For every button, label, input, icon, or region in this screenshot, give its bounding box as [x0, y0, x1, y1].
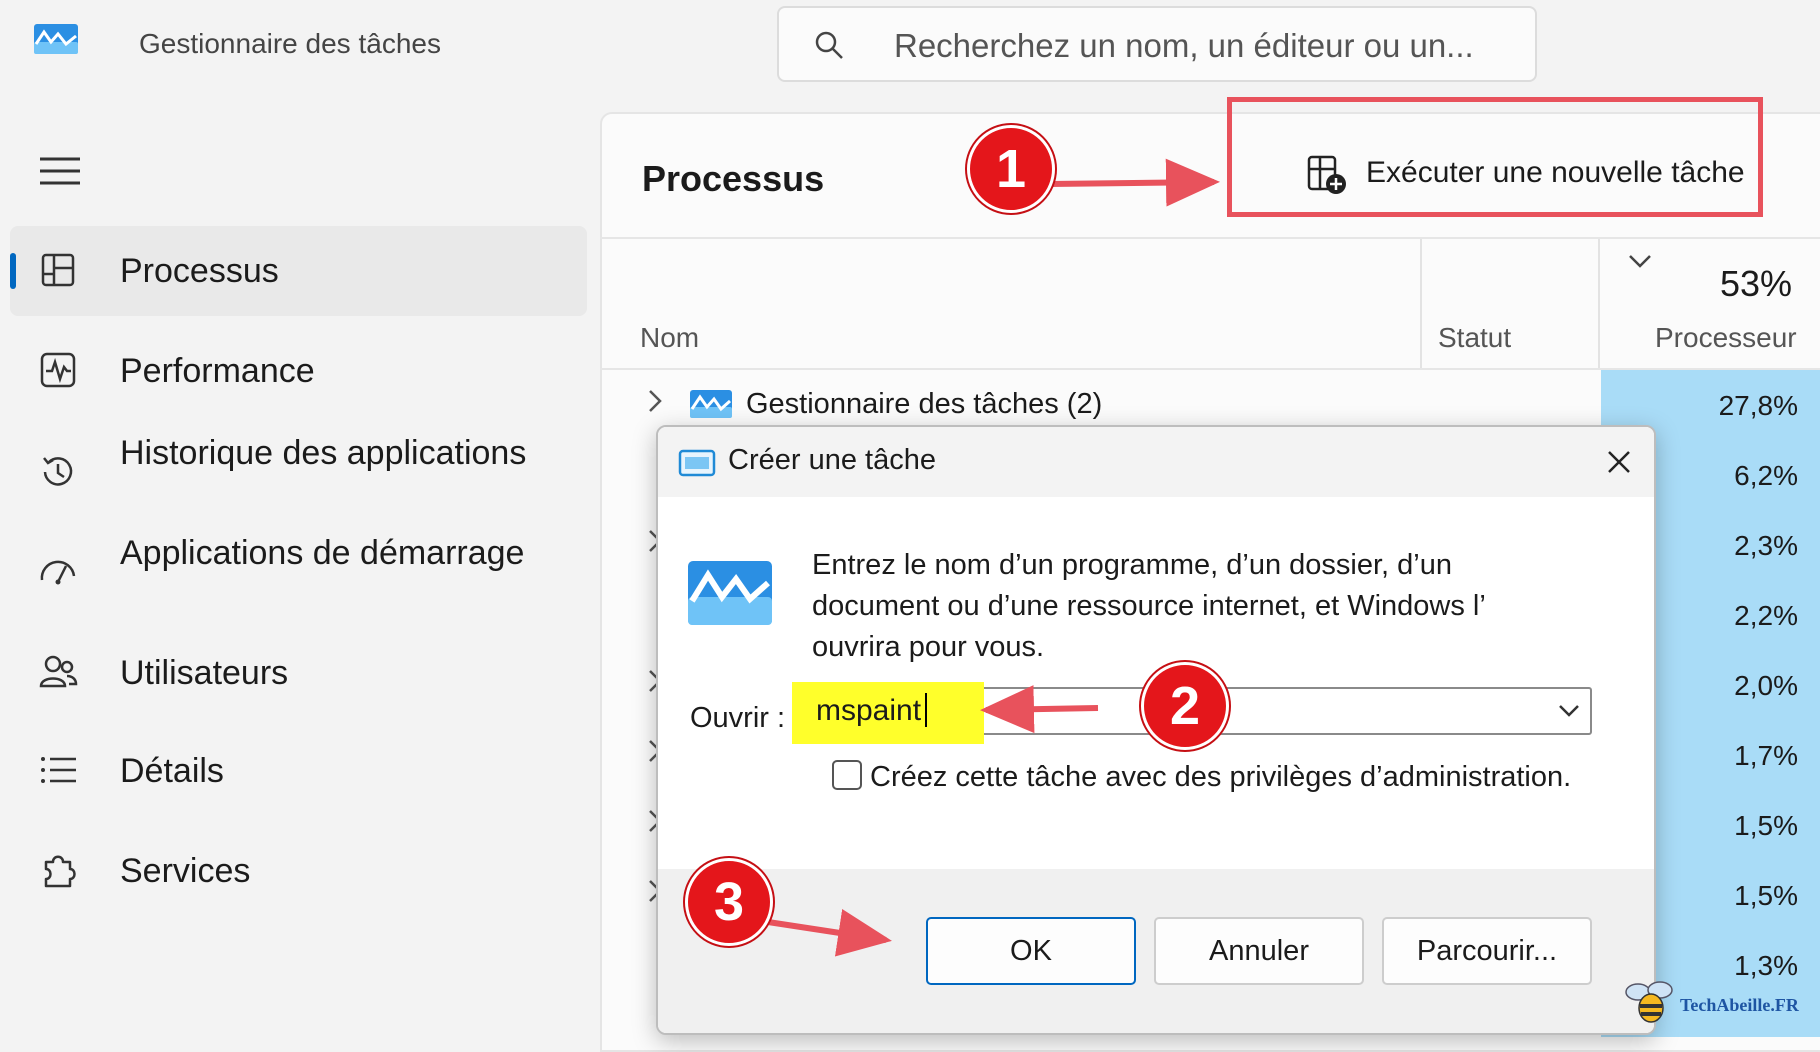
page-title: Processus — [642, 158, 825, 199]
sidebar-item-demarrage[interactable]: Applications de démarrage — [10, 526, 587, 624]
dialog-title: Créer une tâche — [728, 444, 936, 476]
admin-privileges-checkbox[interactable] — [832, 760, 862, 790]
cancel-button[interactable]: Annuler — [1154, 917, 1364, 985]
text-caret — [925, 693, 927, 727]
sidebar-item-utilisateurs[interactable]: Utilisateurs — [10, 632, 587, 716]
sidebar-item-performance[interactable]: Performance — [10, 330, 587, 412]
cpu-cell: 2,0% — [1734, 670, 1798, 701]
run-window-icon — [678, 449, 716, 477]
column-header-name[interactable]: Nom — [640, 322, 699, 354]
sidebar-item-processus[interactable]: Processus — [10, 226, 587, 316]
cpu-cell: 1,3% — [1734, 950, 1798, 981]
sidebar-item-label: Performance — [120, 352, 315, 390]
startup-speedometer-icon — [40, 560, 76, 585]
cpu-total-usage: 53% — [1720, 263, 1793, 304]
history-clock-icon — [43, 457, 73, 486]
cpu-cell: 6,2% — [1734, 460, 1798, 491]
cpu-cell: 2,3% — [1734, 530, 1798, 561]
processes-grid-icon — [41, 253, 75, 287]
sidebar-item-label: Historique des applications — [120, 434, 527, 472]
bee-logo-icon — [1625, 981, 1673, 1023]
dialog-message: Entrez le nom d’un programme, d’un dossi… — [812, 549, 1485, 663]
task-manager-logo-icon — [34, 24, 78, 54]
task-manager-logo-icon — [688, 561, 772, 625]
expand-chevron-icon[interactable] — [645, 386, 665, 416]
hamburger-menu-icon[interactable] — [40, 155, 80, 187]
sidebar-item-historique[interactable]: Historique des applications — [10, 426, 587, 522]
ok-button[interactable]: OK — [926, 917, 1136, 985]
cpu-cell: 1,7% — [1734, 740, 1798, 771]
step-2-badge: 2 — [1141, 662, 1229, 750]
column-divider — [1420, 239, 1422, 369]
cpu-cell: 2,2% — [1734, 600, 1798, 631]
details-list-icon — [41, 757, 76, 783]
chevron-down-icon[interactable] — [1558, 703, 1580, 719]
sidebar-item-details[interactable]: Détails — [10, 730, 587, 814]
header-divider — [600, 237, 1820, 239]
sidebar-item-label: Services — [120, 852, 251, 890]
open-label: Ouvrir : — [690, 702, 786, 734]
sidebar-item-label: Processus — [120, 252, 279, 290]
users-icon — [39, 655, 78, 688]
sidebar-item-label: Applications de démarrage — [120, 534, 525, 572]
performance-pulse-icon — [40, 352, 76, 388]
close-icon[interactable] — [1604, 447, 1634, 477]
sidebar-item-services[interactable]: Services — [10, 830, 587, 914]
open-input-value[interactable]: mspaint — [816, 694, 921, 728]
step-3-badge: 3 — [685, 858, 773, 946]
cpu-cell: 1,5% — [1734, 880, 1798, 911]
column-header-status[interactable]: Statut — [1438, 322, 1511, 354]
browse-button[interactable]: Parcourir... — [1382, 917, 1592, 985]
process-name[interactable]: Gestionnaire des tâches (2) — [746, 388, 1102, 421]
sidebar-item-label: Détails — [120, 752, 224, 790]
search-icon — [815, 31, 843, 59]
step-1-badge: 1 — [967, 125, 1055, 213]
app-title: Gestionnaire des tâches — [139, 28, 441, 59]
cpu-cell: 1,5% — [1734, 810, 1798, 841]
active-indicator — [10, 253, 16, 289]
cpu-cell: 27,8% — [1718, 390, 1798, 421]
services-puzzle-icon — [44, 855, 76, 888]
sort-chevron-down-icon[interactable] — [1628, 252, 1652, 272]
callout-highlight-box — [1227, 97, 1763, 217]
task-manager-row-icon — [690, 390, 732, 418]
sidebar-item-label: Utilisateurs — [120, 654, 289, 692]
watermark-text: TechAbeille.FR — [1680, 995, 1799, 1015]
column-header-cpu[interactable]: Processeur — [1655, 322, 1797, 354]
admin-privileges-label[interactable]: Créez cette tâche avec des privilèges d’… — [870, 761, 1571, 794]
column-divider — [1598, 239, 1600, 369]
search-placeholder: Recherchez un nom, un éditeur ou un... — [894, 27, 1474, 64]
